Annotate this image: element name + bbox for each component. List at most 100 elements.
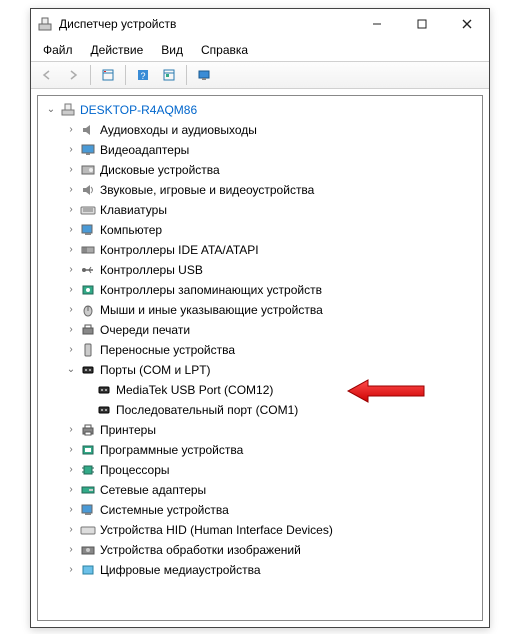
collapse-icon[interactable]: ⌄: [44, 103, 58, 117]
category-net[interactable]: ›Сетевые адаптеры: [40, 480, 480, 500]
category-audio[interactable]: › Аудиовходы и аудиовыходы: [40, 120, 480, 140]
category-hid[interactable]: › Устройства HID (Human Interface Devices…: [40, 520, 480, 540]
expand-icon[interactable]: ›: [64, 243, 78, 257]
menu-file[interactable]: Файл: [35, 41, 81, 59]
expand-icon[interactable]: ›: [64, 343, 78, 357]
category-label: Видеоадаптеры: [100, 140, 189, 160]
expand-icon[interactable]: ›: [64, 563, 78, 577]
collapse-icon[interactable]: ⌄: [64, 363, 78, 377]
expand-icon[interactable]: ›: [64, 523, 78, 537]
expand-icon[interactable]: ›: [64, 263, 78, 277]
toolbar-separator: [90, 65, 91, 85]
cpu-icon: [80, 462, 96, 478]
category-label: Цифровые медиаустройства: [100, 560, 261, 580]
category-label: Дисковые устройства: [100, 160, 220, 180]
mouse-icon: [80, 302, 96, 318]
back-button[interactable]: [35, 63, 59, 87]
category-label: Контроллеры IDE ATA/ATAPI: [100, 240, 259, 260]
software-icon: [80, 442, 96, 458]
close-button[interactable]: [444, 9, 489, 39]
expand-icon[interactable]: ›: [64, 503, 78, 517]
device-label: MediaTek USB Port (COM12): [116, 380, 273, 400]
monitor-button[interactable]: [192, 63, 216, 87]
category-label: Устройства HID (Human Interface Devices): [100, 520, 333, 540]
maximize-button[interactable]: [399, 9, 444, 39]
expand-icon[interactable]: ›: [64, 323, 78, 337]
device-tree[interactable]: ⌄ DESKTOP-R4AQM86 › Аудиовходы и аудиовых…: [37, 95, 483, 621]
svg-text:?: ?: [140, 71, 145, 81]
app-icon: [37, 16, 53, 32]
category-portable[interactable]: ›Переносные устройства: [40, 340, 480, 360]
system-icon: [80, 502, 96, 518]
expand-icon[interactable]: ›: [64, 163, 78, 177]
disk-icon: [80, 162, 96, 178]
category-media[interactable]: › Цифровые медиаустройства: [40, 560, 480, 580]
category-label: Мыши и иные указывающие устройства: [100, 300, 323, 320]
device-com1[interactable]: Последовательный порт (COM1): [40, 400, 480, 420]
category-cpu[interactable]: › Процессоры: [40, 460, 480, 480]
window-title: Диспетчер устройств: [59, 17, 354, 31]
display-icon: [80, 142, 96, 158]
category-sound[interactable]: › Звуковые, игровые и видеоустройства: [40, 180, 480, 200]
category-label: Звуковые, игровые и видеоустройства: [100, 180, 314, 200]
network-icon: [80, 482, 96, 498]
ports-icon: [80, 362, 96, 378]
category-mouse[interactable]: › Мыши и иные указывающие устройства: [40, 300, 480, 320]
menubar: Файл Действие Вид Справка: [31, 39, 489, 61]
toolbar-separator: [125, 65, 126, 85]
device-manager-window: Диспетчер устройств Файл Действие Вид Сп…: [30, 8, 490, 628]
expand-icon[interactable]: ›: [64, 283, 78, 297]
pc-icon: [80, 222, 96, 238]
tree-root[interactable]: ⌄ DESKTOP-R4AQM86: [40, 100, 480, 120]
category-system[interactable]: › Системные устройства: [40, 500, 480, 520]
help-button[interactable]: ?: [131, 63, 155, 87]
media-icon: [80, 562, 96, 578]
category-disk[interactable]: › Дисковые устройства: [40, 160, 480, 180]
category-imaging[interactable]: ›Устройства обработки изображений: [40, 540, 480, 560]
category-label: Контроллеры запоминающих устройств: [100, 280, 322, 300]
usb-icon: [80, 262, 96, 278]
category-usb[interactable]: ›Контроллеры USB: [40, 260, 480, 280]
scan-button[interactable]: [157, 63, 181, 87]
computer-icon: [60, 102, 76, 118]
menu-view[interactable]: Вид: [153, 41, 191, 59]
properties-button[interactable]: [96, 63, 120, 87]
category-label: Принтеры: [100, 420, 156, 440]
category-software[interactable]: ›Программные устройства: [40, 440, 480, 460]
expand-icon[interactable]: ›: [64, 123, 78, 137]
sound-icon: [80, 182, 96, 198]
category-printq[interactable]: ›Очереди печати: [40, 320, 480, 340]
expand-icon[interactable]: ›: [64, 303, 78, 317]
expand-icon[interactable]: ›: [64, 543, 78, 557]
expand-icon[interactable]: ›: [64, 143, 78, 157]
category-label: Клавиатуры: [100, 200, 167, 220]
expand-icon[interactable]: ›: [64, 223, 78, 237]
category-ide[interactable]: › Контроллеры IDE ATA/ATAPI: [40, 240, 480, 260]
category-video[interactable]: › Видеоадаптеры: [40, 140, 480, 160]
category-label: Аудиовходы и аудиовыходы: [100, 120, 257, 140]
menu-action[interactable]: Действие: [83, 41, 152, 59]
expand-icon[interactable]: ›: [64, 203, 78, 217]
expand-icon[interactable]: ›: [64, 423, 78, 437]
category-computer[interactable]: ›Компьютер: [40, 220, 480, 240]
category-storage[interactable]: › Контроллеры запоминающих устройств: [40, 280, 480, 300]
expand-icon[interactable]: ›: [64, 183, 78, 197]
minimize-button[interactable]: [354, 9, 399, 39]
category-keyboard[interactable]: › Клавиатуры: [40, 200, 480, 220]
expand-icon[interactable]: ›: [64, 463, 78, 477]
titlebar: Диспетчер устройств: [31, 9, 489, 39]
toolbar-separator: [186, 65, 187, 85]
imaging-icon: [80, 542, 96, 558]
category-ports[interactable]: ⌄ Порты (COM и LPT): [40, 360, 480, 380]
category-label: Порты (COM и LPT): [100, 360, 211, 380]
expand-icon[interactable]: ›: [64, 483, 78, 497]
window-controls: [354, 9, 489, 39]
forward-button[interactable]: [61, 63, 85, 87]
device-mediatek-com12[interactable]: MediaTek USB Port (COM12): [40, 380, 480, 400]
menu-help[interactable]: Справка: [193, 41, 256, 59]
category-label: Процессоры: [100, 460, 170, 480]
category-label: Системные устройства: [100, 500, 229, 520]
storage-icon: [80, 282, 96, 298]
category-printers[interactable]: › Принтеры: [40, 420, 480, 440]
expand-icon[interactable]: ›: [64, 443, 78, 457]
